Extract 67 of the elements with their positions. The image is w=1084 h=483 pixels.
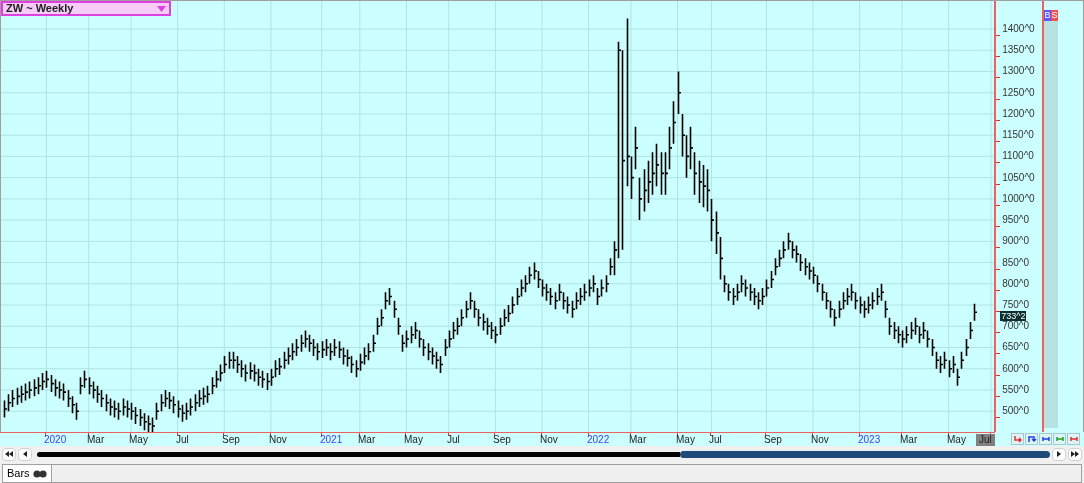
date-label: Sep: [764, 434, 782, 446]
price-label: 1050^0: [1002, 173, 1035, 183]
date-label: Jul: [447, 434, 460, 446]
price-label: 1250^0: [1002, 88, 1035, 98]
scrollbar-thumb[interactable]: [679, 450, 1051, 458]
price-label: 850^0: [1002, 258, 1030, 268]
bracket-arrow-icon: [1068, 434, 1079, 444]
date-label: May: [947, 434, 966, 446]
dropdown-arrow-icon: [157, 5, 166, 12]
zoom-fit-button[interactable]: [1039, 433, 1052, 445]
price-label: 700^0: [1002, 321, 1030, 331]
price-label: 600^0: [1002, 364, 1030, 374]
bracket-arrow-icon: [1040, 434, 1051, 444]
date-label: 2021: [320, 434, 343, 446]
sell-button[interactable]: S: [1051, 10, 1059, 21]
loop-icon-button[interactable]: [1025, 433, 1038, 445]
date-label: Mar: [900, 434, 918, 446]
date-label: Jul: [709, 434, 722, 446]
date-label: Jul: [976, 434, 995, 446]
arrow-icon: [1026, 434, 1037, 444]
binoculars-icon: [32, 469, 47, 478]
zoom-reset-button[interactable]: [1067, 433, 1080, 445]
price-label: 500^0: [1002, 406, 1030, 416]
date-label: Mar: [358, 434, 376, 446]
symbol-dropdown[interactable]: ZW ~ Weekly: [1, 1, 171, 16]
price-label: 800^0: [1002, 279, 1030, 289]
price-label: 1200^0: [1002, 109, 1035, 119]
double-left-arrow-icon: [4, 451, 13, 457]
date-label: May: [676, 434, 695, 446]
price-label: 950^0: [1002, 215, 1030, 225]
buy-button[interactable]: B: [1044, 10, 1052, 21]
price-label: 750^0: [1002, 300, 1030, 310]
price-label: 550^0: [1002, 385, 1030, 395]
left-arrow-icon: [22, 451, 27, 457]
price-label: 1000^0: [1002, 194, 1035, 204]
date-label: Sep: [493, 434, 511, 446]
bracket-arrow-icon: [1054, 434, 1065, 444]
date-label: Jul: [176, 434, 189, 446]
price-label: 1300^0: [1002, 66, 1035, 76]
price-label: 1150^0: [1002, 130, 1034, 140]
date-label: 2023: [858, 434, 881, 446]
time-scrollbar[interactable]: [36, 451, 680, 457]
date-label: May: [129, 434, 148, 446]
scroll-right-button[interactable]: [1052, 447, 1067, 461]
date-label: May: [404, 434, 423, 446]
date-label: 2022: [587, 434, 610, 446]
double-right-arrow-icon: [1071, 451, 1080, 457]
date-label: Nov: [269, 434, 287, 446]
date-label: Nov: [811, 434, 829, 446]
step-icon-button[interactable]: [1011, 433, 1024, 445]
date-label: Mar: [629, 434, 647, 446]
price-label: 650^0: [1002, 342, 1030, 352]
price-label: 1350^0: [1002, 45, 1035, 55]
scroll-last-button[interactable]: [1068, 447, 1082, 461]
price-label: 1400^0: [1002, 24, 1035, 34]
last-price-label: 733^2: [1000, 310, 1027, 321]
right-arrow-icon: [1057, 451, 1062, 457]
date-label: Nov: [540, 434, 558, 446]
status-tab[interactable]: Bars: [3, 465, 52, 482]
arrow-icon: [1012, 434, 1023, 444]
price-label: 900^0: [1002, 236, 1030, 246]
price-label: 1100^0: [1002, 151, 1034, 161]
date-label: Mar: [87, 434, 105, 446]
scroll-first-button[interactable]: [2, 447, 16, 461]
scroll-left-button[interactable]: [17, 447, 32, 461]
date-label: 2020: [44, 434, 67, 446]
date-label: Sep: [222, 434, 240, 446]
